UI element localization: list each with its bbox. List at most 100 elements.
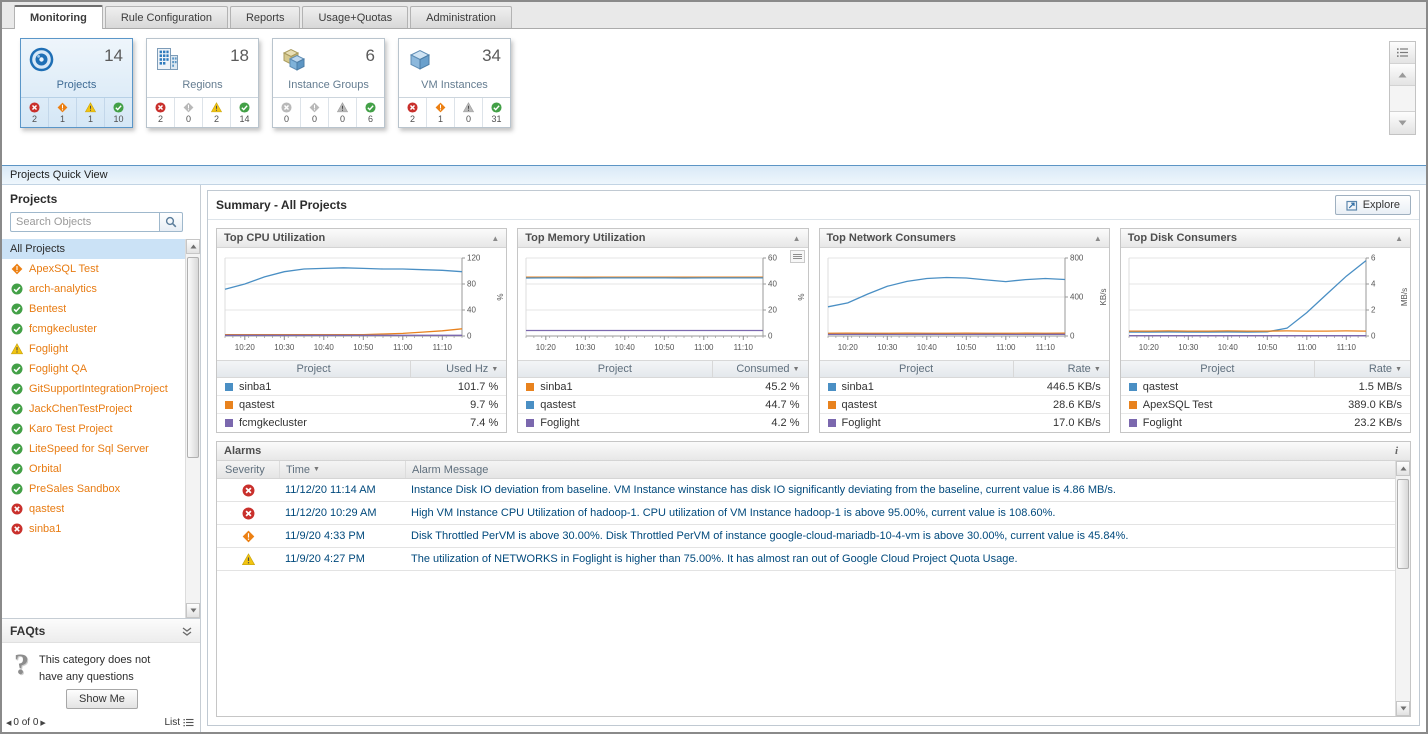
alarm-row[interactable]: 11/12/20 10:29 AM High VM Instance CPU U… [217, 502, 1395, 525]
scroll-track[interactable] [186, 255, 200, 602]
chart-table-row[interactable]: qastest 9.7 % [217, 396, 506, 414]
project-link[interactable]: Bentest [29, 303, 66, 315]
tile-status-critical[interactable]: 1 [48, 98, 76, 127]
sidebar-item-all-projects[interactable]: All Projects [2, 239, 185, 259]
tile-status-fatal[interactable]: 2 [147, 98, 174, 127]
collapse-chevron-icon[interactable]: ▲ [1395, 234, 1403, 243]
tile-status-critical[interactable]: 0 [300, 98, 328, 127]
column-header-project[interactable]: Project [1121, 361, 1314, 377]
column-header-project[interactable]: Project [820, 361, 1013, 377]
scroll-up-button[interactable] [186, 239, 200, 254]
sidebar-item-bentest[interactable]: Bentest [2, 299, 185, 319]
chart-table-row[interactable]: Foglight 23.2 KB/s [1121, 414, 1410, 432]
project-link[interactable]: LiteSpeed for Sql Server [29, 443, 149, 455]
tile-status-warning[interactable]: 0 [328, 98, 356, 127]
sidebar-item-sinba1[interactable]: sinba1 [2, 519, 185, 539]
column-header-project[interactable]: Project [518, 361, 711, 377]
sidebar-item-orbital[interactable]: Orbital [2, 459, 185, 479]
search-button[interactable] [160, 212, 183, 232]
sidebar-item-arch-analytics[interactable]: arch-analytics [2, 279, 185, 299]
tab-rule-configuration[interactable]: Rule Configuration [105, 6, 228, 28]
chart-table-row[interactable]: Foglight 17.0 KB/s [820, 414, 1109, 432]
project-link[interactable]: Foglight QA [29, 363, 87, 375]
collapse-chevron-icon[interactable]: ▲ [491, 234, 499, 243]
tab-administration[interactable]: Administration [410, 6, 512, 28]
show-me-button[interactable]: Show Me [66, 689, 138, 709]
tile-status-normal[interactable]: 6 [356, 98, 384, 127]
sidebar-item-apexsql-test[interactable]: ApexSQL Test [2, 259, 185, 279]
chart-table-row[interactable]: sinba1 446.5 KB/s [820, 378, 1109, 396]
alarm-message[interactable]: Disk Throttled PerVM is above 30.00%. Di… [405, 527, 1395, 545]
info-icon[interactable]: i [1395, 445, 1403, 457]
sidebar-item-presales-sandbox[interactable]: PreSales Sandbox [2, 479, 185, 499]
column-header-metric[interactable]: Consumed▼ [712, 361, 808, 377]
sidebar-item-foglight[interactable]: Foglight [2, 339, 185, 359]
tile-status-critical[interactable]: 1 [426, 98, 454, 127]
chart-table-row[interactable]: ApexSQL Test 389.0 KB/s [1121, 396, 1410, 414]
project-link[interactable]: JackChenTestProject [29, 403, 132, 415]
project-list-scrollbar[interactable] [185, 239, 200, 618]
project-link[interactable]: Orbital [29, 463, 61, 475]
explore-button[interactable]: Explore [1335, 195, 1411, 215]
chart-table-row[interactable]: qastest 44.7 % [518, 396, 807, 414]
sidebar-item-qastest[interactable]: qastest [2, 499, 185, 519]
faqts-header[interactable]: FAQts [2, 619, 200, 643]
tile-status-warning[interactable]: 2 [202, 98, 230, 127]
pager-next-icon[interactable]: ▶ [40, 719, 45, 727]
column-header-message[interactable]: Alarm Message [405, 461, 1395, 478]
project-link[interactable]: arch-analytics [29, 283, 97, 295]
collapse-chevron-icon[interactable]: ▲ [1094, 234, 1102, 243]
scroll-track[interactable] [1396, 477, 1410, 700]
scroll-up-button[interactable] [1396, 461, 1410, 476]
tile-status-fatal[interactable]: 2 [21, 98, 48, 127]
sidebar-item-foglight-qa[interactable]: Foglight QA [2, 359, 185, 379]
alarm-row[interactable]: 11/9/20 4:33 PM Disk Throttled PerVM is … [217, 525, 1395, 548]
column-header-project[interactable]: Project [217, 361, 410, 377]
column-header-severity[interactable]: Severity [217, 461, 279, 478]
alarm-message[interactable]: High VM Instance CPU Utilization of hado… [405, 504, 1395, 522]
tile-scroll-up-button[interactable] [1390, 64, 1415, 86]
project-link[interactable]: sinba1 [29, 523, 61, 535]
search-input[interactable] [10, 212, 160, 232]
project-link[interactable]: PreSales Sandbox [29, 483, 120, 495]
alarm-message[interactable]: Instance Disk IO deviation from baseline… [405, 481, 1395, 499]
alarm-message[interactable]: The utilization of NETWORKS in Foglight … [405, 550, 1395, 568]
alarm-row[interactable]: 11/9/20 4:27 PM The utilization of NETWO… [217, 548, 1395, 571]
tile-status-warning[interactable]: 0 [454, 98, 482, 127]
project-link[interactable]: Karo Test Project [29, 423, 113, 435]
column-header-metric[interactable]: Rate▼ [1314, 361, 1410, 377]
sidebar-item-karo-test-project[interactable]: Karo Test Project [2, 419, 185, 439]
sidebar-item-jackchentestproject[interactable]: JackChenTestProject [2, 399, 185, 419]
column-header-time[interactable]: Time ▼ [279, 461, 405, 478]
collapse-double-chevron-icon[interactable] [182, 627, 192, 636]
project-link[interactable]: Foglight [29, 343, 68, 355]
chart-area[interactable]: 0408012010:2010:3010:4010:5011:0011:10% [217, 248, 506, 360]
column-header-metric[interactable]: Rate▼ [1013, 361, 1109, 377]
tile-status-normal[interactable]: 31 [482, 98, 510, 127]
chart-area[interactable]: 040080010:2010:3010:4010:5011:0011:10KB/… [820, 248, 1109, 360]
tab-reports[interactable]: Reports [230, 6, 301, 28]
tab-monitoring[interactable]: Monitoring [14, 5, 103, 29]
tile-status-warning[interactable]: 1 [76, 98, 104, 127]
scroll-down-button[interactable] [186, 603, 200, 618]
project-link[interactable]: GitSupportIntegrationProject [29, 383, 168, 395]
pager-previous-icon[interactable]: ◀ [6, 719, 11, 727]
chart-table-row[interactable]: sinba1 45.2 % [518, 378, 807, 396]
tile-instance-groups[interactable]: 6 Instance Groups 0006 [272, 38, 385, 128]
scroll-thumb[interactable] [187, 257, 199, 458]
sidebar-item-litespeed-for-sql-server[interactable]: LiteSpeed for Sql Server [2, 439, 185, 459]
tile-status-normal[interactable]: 14 [230, 98, 258, 127]
chart-table-row[interactable]: fcmgkecluster 7.4 % [217, 414, 506, 432]
tile-menu-button[interactable] [1390, 42, 1415, 64]
chart-table-row[interactable]: sinba1 101.7 % [217, 378, 506, 396]
alarm-row[interactable]: 11/12/20 11:14 AM Instance Disk IO devia… [217, 479, 1395, 502]
chart-area[interactable]: 020406010:2010:3010:4010:5011:0011:10% [518, 248, 807, 360]
scroll-down-button[interactable] [1396, 701, 1410, 716]
chart-table-row[interactable]: Foglight 4.2 % [518, 414, 807, 432]
tile-status-critical[interactable]: 0 [174, 98, 202, 127]
list-view-toggle[interactable]: List [164, 717, 194, 728]
project-link[interactable]: fcmgkecluster [29, 323, 97, 335]
sidebar-item-fcmgkecluster[interactable]: fcmgkecluster [2, 319, 185, 339]
alarms-scrollbar[interactable] [1395, 461, 1410, 716]
tile-projects[interactable]: 14 Projects 21110 [20, 38, 133, 128]
